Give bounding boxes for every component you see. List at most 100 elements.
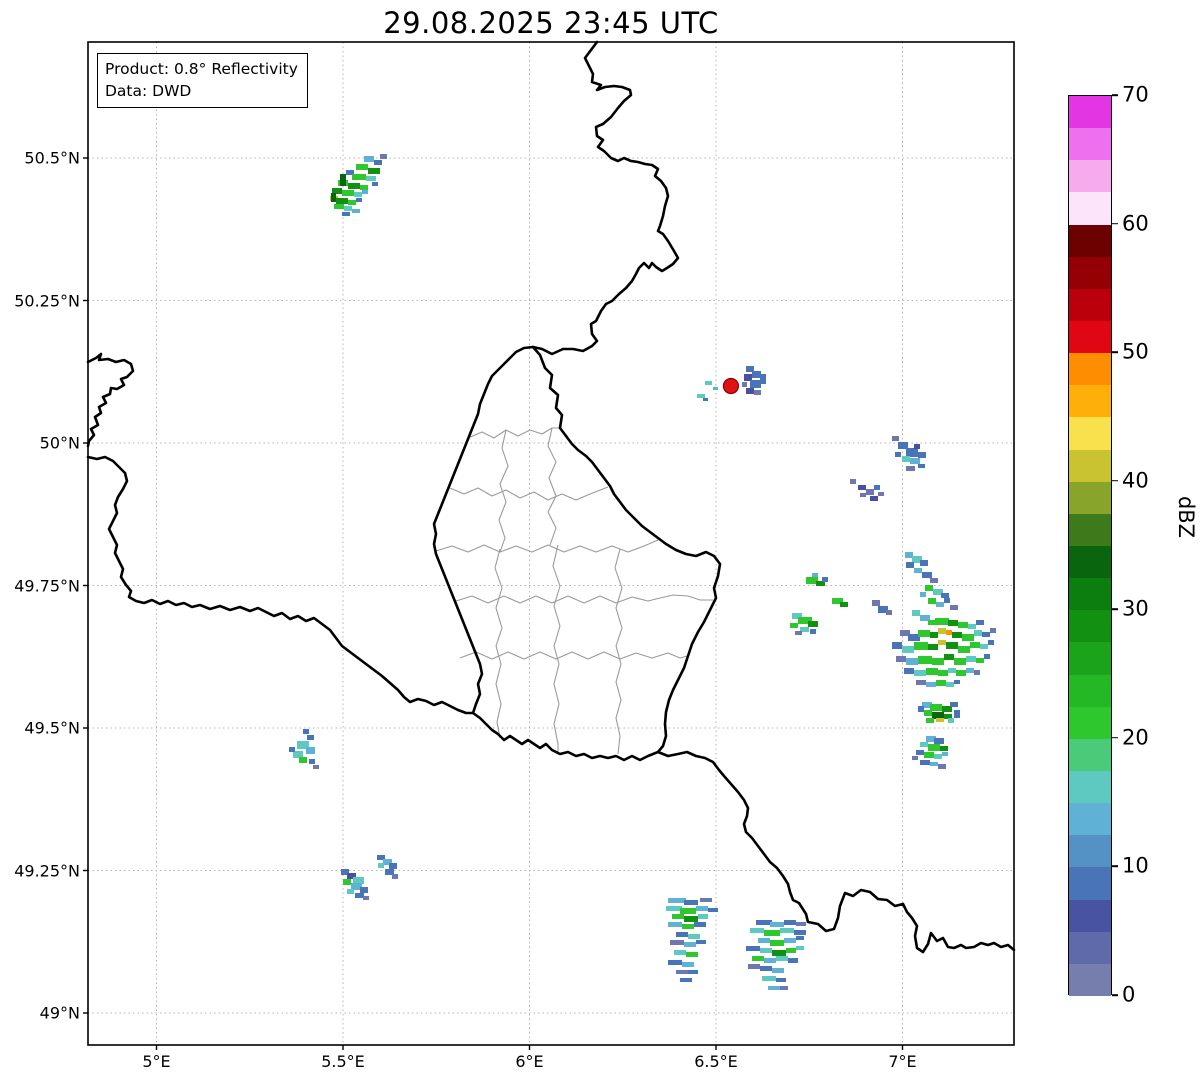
echo-pixel bbox=[906, 466, 915, 471]
echo-pixel bbox=[938, 640, 946, 645]
echo-pixel bbox=[374, 160, 382, 165]
echo-pixel bbox=[958, 622, 968, 628]
echo-pixel bbox=[342, 212, 350, 216]
echo-pixel bbox=[910, 458, 920, 464]
data-source-line: Data: DWD bbox=[105, 80, 298, 102]
echo-pixel bbox=[948, 718, 954, 723]
echo-pixel bbox=[895, 452, 901, 457]
echo-pixel bbox=[912, 610, 920, 616]
x-tick-label: 5.5°E bbox=[298, 1052, 388, 1071]
echo-pixel bbox=[762, 976, 776, 981]
echo-pixel bbox=[368, 168, 380, 174]
echo-pixel bbox=[892, 642, 902, 649]
echo-pixel bbox=[348, 183, 360, 189]
echo-pixel bbox=[756, 920, 772, 925]
echo-pixel bbox=[752, 371, 761, 378]
echo-pixel bbox=[344, 206, 352, 211]
echo-pixel bbox=[666, 906, 682, 911]
echo-pixel bbox=[934, 754, 942, 759]
echo-pixel bbox=[331, 193, 336, 202]
colorbar-tick-mark bbox=[1112, 866, 1118, 868]
echo-pixel bbox=[340, 174, 346, 186]
colorbar bbox=[1068, 95, 1112, 995]
echo-pixel bbox=[750, 380, 761, 388]
echo-pixel bbox=[946, 642, 958, 649]
echo-pixel bbox=[916, 680, 926, 685]
echo-pixel bbox=[770, 940, 784, 946]
echo-pixel bbox=[688, 934, 700, 939]
echo-pixel bbox=[936, 602, 944, 607]
echo-pixel bbox=[988, 640, 994, 645]
echo-pixel bbox=[906, 562, 914, 568]
echo-pixel bbox=[920, 592, 926, 597]
echo-pixel bbox=[920, 560, 928, 566]
echo-pixel bbox=[336, 198, 348, 204]
echo-pixel bbox=[758, 938, 770, 943]
echo-pixel bbox=[822, 577, 828, 582]
echo-pixel bbox=[684, 916, 698, 922]
y-tick-label: 50.5°N bbox=[0, 149, 80, 168]
echo-pixel bbox=[303, 729, 309, 734]
echo-pixel bbox=[918, 452, 926, 458]
colorbar-segment bbox=[1069, 257, 1111, 289]
echo-pixel bbox=[920, 760, 930, 765]
echo-pixel bbox=[772, 950, 786, 956]
echo-pixel bbox=[347, 889, 354, 894]
colorbar-segment bbox=[1069, 450, 1111, 482]
echo-pixel bbox=[938, 764, 946, 769]
echo-pixel bbox=[680, 978, 692, 982]
echo-pixel bbox=[788, 958, 798, 963]
echo-pixel bbox=[954, 710, 960, 718]
echo-pixel bbox=[742, 382, 747, 387]
echo-pixel bbox=[366, 176, 376, 181]
echo-pixel bbox=[676, 932, 688, 937]
colorbar-segment bbox=[1069, 803, 1111, 835]
y-tick-label: 49.75°N bbox=[0, 576, 80, 595]
colorbar-segment bbox=[1069, 707, 1111, 739]
echo-pixel bbox=[926, 718, 934, 723]
echo-pixel bbox=[360, 185, 368, 190]
echo-pixel bbox=[892, 436, 899, 441]
echo-pixel bbox=[914, 670, 926, 676]
echo-pixel bbox=[930, 704, 942, 711]
x-tick-label: 6°E bbox=[485, 1052, 575, 1071]
colorbar-segment bbox=[1069, 610, 1111, 642]
echo-pixel bbox=[990, 628, 996, 633]
x-tick-label: 6.5°E bbox=[671, 1052, 761, 1071]
echo-pixel bbox=[696, 940, 706, 944]
colorbar-segment bbox=[1069, 225, 1111, 257]
echo-pixel bbox=[932, 658, 944, 665]
colorbar-tick-mark bbox=[1112, 608, 1118, 610]
echo-pixel bbox=[342, 190, 354, 196]
colorbar-tick-label: 20 bbox=[1122, 725, 1149, 749]
echo-pixel bbox=[684, 900, 698, 905]
echo-pixel bbox=[392, 874, 398, 879]
echo-pixel bbox=[948, 668, 956, 673]
echo-pixel bbox=[902, 646, 914, 653]
echo-pixel bbox=[750, 928, 764, 933]
echo-pixel bbox=[976, 658, 984, 663]
colorbar-segment bbox=[1069, 771, 1111, 803]
echo-pixel bbox=[916, 750, 924, 755]
echo-pixel bbox=[760, 948, 772, 953]
echo-pixel bbox=[795, 631, 802, 635]
echo-pixel bbox=[928, 644, 938, 650]
echo-pixel bbox=[780, 928, 794, 933]
echo-pixel bbox=[974, 670, 980, 675]
echo-pixel bbox=[938, 670, 948, 676]
echo-pixel bbox=[812, 573, 818, 577]
echo-pixel bbox=[906, 658, 918, 665]
echo-pixel bbox=[343, 879, 351, 885]
echo-pixel bbox=[307, 735, 314, 740]
echo-pixel bbox=[682, 962, 694, 967]
echo-pixel bbox=[352, 174, 366, 180]
echo-pixel bbox=[768, 986, 780, 990]
echo-pixel bbox=[906, 448, 918, 457]
echo-pixel bbox=[926, 668, 938, 675]
echo-pixel bbox=[764, 930, 780, 936]
echo-pixel bbox=[776, 956, 788, 961]
echo-pixel bbox=[348, 200, 356, 205]
colorbar-segment bbox=[1069, 835, 1111, 867]
echo-pixel bbox=[918, 706, 924, 712]
echo-pixel bbox=[794, 930, 806, 935]
